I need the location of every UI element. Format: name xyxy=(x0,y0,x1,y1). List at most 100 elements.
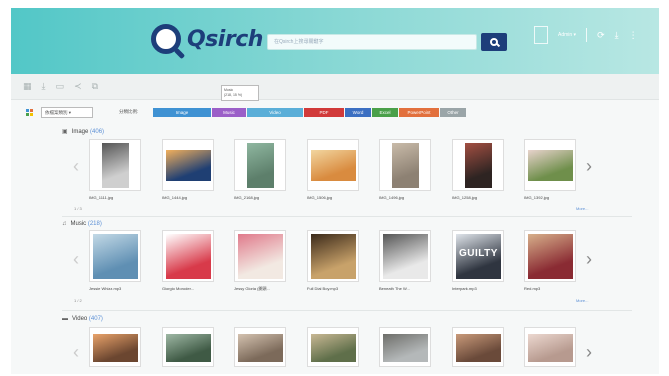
image-thumbnail[interactable] xyxy=(307,139,359,191)
video-prev-arrow[interactable]: ‹ xyxy=(73,343,79,361)
image-file-name: IMG_1111.jpg xyxy=(89,195,114,200)
section-divider xyxy=(62,310,632,311)
category-chip[interactable]: Video xyxy=(247,108,303,117)
group-by-select[interactable]: 依檔案類別 ▾ xyxy=(41,107,93,118)
category-chip[interactable]: PowerPoint xyxy=(399,108,439,117)
image-preview-image xyxy=(311,150,356,181)
avatar[interactable] xyxy=(534,26,548,44)
image-file-name: IMG_1506.jpg xyxy=(307,195,333,200)
music-preview-image xyxy=(528,234,573,279)
music-file-name: Interpark.mp3 xyxy=(452,286,477,291)
category-chip[interactable]: Music xyxy=(212,108,246,117)
music-next-arrow[interactable]: › xyxy=(586,250,592,268)
music-preview-image: GUILTY xyxy=(456,234,501,279)
image-next-arrow[interactable]: › xyxy=(586,157,592,175)
image-prev-arrow[interactable]: ‹ xyxy=(73,157,79,175)
video-section-title[interactable]: ▬ Video (407) xyxy=(62,316,103,322)
refresh-icon[interactable]: ⟳ xyxy=(597,30,605,40)
music-more-link[interactable]: More... xyxy=(576,298,588,303)
video-preview-image xyxy=(93,334,138,362)
music-file-name: Full Dial Boy.mp3 xyxy=(307,286,339,291)
category-chip[interactable]: Other xyxy=(440,108,466,117)
music-thumbnail[interactable] xyxy=(162,230,214,282)
category-grid-icon xyxy=(26,109,34,117)
folder-icon[interactable]: ▭ xyxy=(56,81,65,92)
more-menu-icon[interactable]: ⋮ xyxy=(629,30,638,40)
music-count: (218) xyxy=(87,221,102,227)
video-thumbnail[interactable] xyxy=(89,327,141,367)
image-icon: ▣ xyxy=(62,129,68,135)
music-preview-image xyxy=(238,234,283,279)
category-chip[interactable]: Image xyxy=(153,108,211,117)
music-preview-image xyxy=(166,234,211,279)
music-thumbnail[interactable] xyxy=(89,230,141,282)
toolbar: ▦ ⤓ ▭ ≺ ⧉ xyxy=(11,74,659,100)
user-menu[interactable]: Admin ▾ xyxy=(558,32,576,38)
image-preview-image xyxy=(247,143,274,188)
image-preview-image xyxy=(102,143,129,188)
music-file-name: Jessie Whizz.mp3 xyxy=(89,286,122,291)
music-file-name: Giorgio Moroder... xyxy=(162,286,195,291)
music-pager: 1 / 2 xyxy=(74,298,82,303)
image-thumbnail[interactable] xyxy=(89,139,141,191)
section-divider xyxy=(62,216,632,217)
image-thumbnail[interactable] xyxy=(162,139,214,191)
video-thumbnail[interactable] xyxy=(379,327,431,367)
qsirch-window: Qsirch 在Qsirch上搜尋關鍵字 Admin ▾ ⟳ ⤓ ⋮ ▦ ⤓ ▭… xyxy=(11,8,659,374)
header-bar: Qsirch 在Qsirch上搜尋關鍵字 Admin ▾ ⟳ ⤓ ⋮ xyxy=(11,8,659,74)
category-chip[interactable]: Word xyxy=(345,108,371,117)
image-more-link[interactable]: More... xyxy=(576,206,588,211)
image-count: (406) xyxy=(90,129,105,135)
header-divider xyxy=(586,28,588,42)
music-thumbnail[interactable]: GUILTY xyxy=(452,230,504,282)
image-thumbnail[interactable] xyxy=(524,139,576,191)
search-button[interactable] xyxy=(481,33,507,51)
image-pager: 1 / 3 xyxy=(74,206,82,211)
download-icon[interactable]: ⤓ xyxy=(615,30,619,40)
video-thumbnail[interactable] xyxy=(162,327,214,367)
logo-text: Qsirch xyxy=(187,26,263,52)
video-thumbnail[interactable] xyxy=(452,327,504,367)
video-icon: ▬ xyxy=(62,316,68,322)
tooltip-value: (218, 15 %) xyxy=(224,93,243,97)
share-icon[interactable]: ≺ xyxy=(74,81,82,92)
video-preview-image xyxy=(166,334,211,362)
music-note-icon: ♫ xyxy=(62,221,67,227)
music-prev-arrow[interactable]: ‹ xyxy=(73,250,79,268)
image-thumbnail[interactable] xyxy=(379,139,431,191)
music-thumbnail[interactable] xyxy=(524,230,576,282)
video-preview-image xyxy=(311,334,356,362)
category-ratio-bar: Image Music Video PDF Word Excel PowerPoint Oth… xyxy=(153,108,466,117)
image-preview-image xyxy=(392,143,419,188)
video-preview-image xyxy=(238,334,283,362)
music-thumbnail[interactable] xyxy=(234,230,286,282)
list-view-icon[interactable]: ▦ xyxy=(23,81,32,92)
download-file-icon[interactable]: ⤓ xyxy=(42,81,46,92)
image-title-text: Image xyxy=(71,129,89,135)
image-thumbnail[interactable] xyxy=(452,139,504,191)
video-preview-image xyxy=(456,334,501,362)
music-section-title[interactable]: ♫ Music (218) xyxy=(62,221,102,227)
music-preview-image xyxy=(383,234,428,279)
video-thumbnail[interactable] xyxy=(524,327,576,367)
category-chip[interactable]: PDF xyxy=(304,108,344,117)
image-file-name: IMG_1258.jpg xyxy=(452,195,478,200)
magnifier-logo-icon xyxy=(151,24,181,54)
image-file-name: IMG_1444.jpg xyxy=(162,195,188,200)
image-section-title[interactable]: ▣ Image (406) xyxy=(62,128,104,135)
image-thumbnail[interactable] xyxy=(234,139,286,191)
copy-icon[interactable]: ⧉ xyxy=(92,81,98,92)
video-thumbnail[interactable] xyxy=(234,327,286,367)
video-thumbnail[interactable] xyxy=(307,327,359,367)
music-thumbnail[interactable] xyxy=(307,230,359,282)
category-chip[interactable]: Excel xyxy=(372,108,398,117)
search-input[interactable]: 在Qsirch上搜尋關鍵字 xyxy=(267,34,477,50)
music-album-title: GUILTY xyxy=(459,248,498,259)
video-count: (407) xyxy=(88,316,103,322)
group-by-value: 依檔案類別 xyxy=(45,110,68,115)
image-file-name: IMG_1392.jpg xyxy=(524,195,550,200)
video-title-text: Video xyxy=(72,316,88,322)
music-file-name: Beneath The W... xyxy=(379,286,410,291)
music-thumbnail[interactable] xyxy=(379,230,431,282)
video-next-arrow[interactable]: › xyxy=(586,343,592,361)
